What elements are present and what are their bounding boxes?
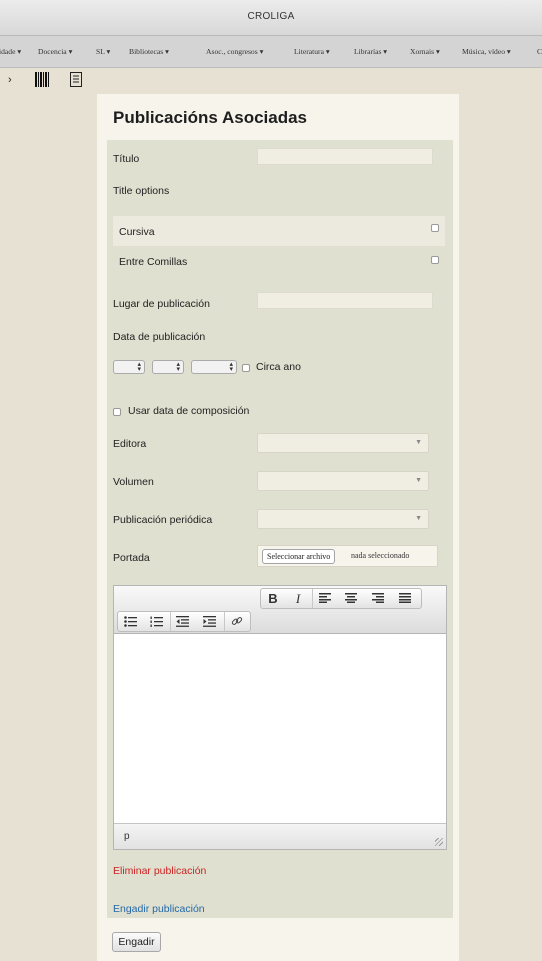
- circa-ano-label: Circa ano: [256, 361, 301, 373]
- indent-icon[interactable]: [197, 612, 221, 631]
- editor-statusbar: p: [114, 823, 446, 849]
- year-select[interactable]: ▴ ▾: [191, 360, 237, 374]
- day-select[interactable]: ▴ ▾: [113, 360, 145, 374]
- outdent-icon[interactable]: [170, 612, 194, 631]
- page-title: Publicacións Asociadas: [113, 108, 307, 127]
- lugar-label: Lugar de publicación: [113, 298, 210, 310]
- portada-file-input: Seleccionar archivo nada seleccionado: [257, 545, 438, 567]
- menu-item-docencia[interactable]: Docencia ▾: [38, 47, 72, 56]
- usar-data-label: Usar data de composición: [128, 405, 250, 417]
- menu-item-sl[interactable]: SL ▾: [96, 47, 110, 56]
- data-publicacion-label: Data de publicación: [113, 331, 206, 343]
- entre-comillas-checkbox[interactable]: [431, 256, 439, 264]
- chevron-down-icon: ▼: [415, 439, 422, 446]
- publication-fieldset: Título Title options Cursiva Entre Comil…: [107, 140, 453, 918]
- list-button-group: [117, 611, 251, 632]
- align-center-icon[interactable]: [339, 589, 363, 608]
- lugar-input[interactable]: [257, 292, 433, 309]
- remove-publication-link[interactable]: Eliminar publicación: [113, 865, 206, 877]
- chevron-down-icon: ▼: [415, 515, 422, 522]
- align-right-icon[interactable]: [366, 589, 390, 608]
- volumen-select[interactable]: ▼: [257, 471, 429, 491]
- menu-item-musica-video[interactable]: Música, vídeo ▾: [462, 47, 511, 56]
- editora-label: Editora: [113, 438, 147, 450]
- bullet-list-icon[interactable]: [118, 612, 142, 631]
- editor-toolbar: B I: [114, 586, 446, 634]
- document-icon[interactable]: [70, 72, 82, 87]
- menu-item-xornais[interactable]: Xornais ▾: [410, 47, 440, 56]
- italic-button[interactable]: I: [286, 589, 310, 608]
- publicacion-periodica-select[interactable]: ▼: [257, 509, 429, 529]
- volumen-label: Volumen: [113, 476, 154, 488]
- toolbar: ›: [0, 68, 542, 94]
- select-file-button[interactable]: Seleccionar archivo: [262, 549, 336, 564]
- title-options-label: Title options: [113, 185, 170, 197]
- menu-item-asoc-congresos[interactable]: Asoc., congresos ▾: [206, 47, 263, 56]
- align-justify-icon[interactable]: [393, 589, 417, 608]
- cursiva-row: Cursiva: [113, 216, 445, 246]
- rich-text-editor: B I p: [113, 585, 447, 850]
- align-left-icon[interactable]: [312, 589, 336, 608]
- chevron-down-icon: ▼: [415, 477, 422, 484]
- file-status: nada seleccionado: [351, 551, 410, 560]
- menu-item-c[interactable]: C: [537, 47, 542, 56]
- portada-label: Portada: [113, 552, 150, 564]
- menu-item-librarias[interactable]: Librarías ▾: [354, 47, 387, 56]
- numbered-list-icon[interactable]: [144, 612, 168, 631]
- entre-comillas-label: Entre Comillas: [119, 256, 188, 268]
- barcode-icon[interactable]: [35, 72, 49, 87]
- cursiva-label: Cursiva: [119, 226, 155, 238]
- menu-item-bibliotecas[interactable]: Bibliotecas ▾: [129, 47, 169, 56]
- month-select[interactable]: ▴ ▾: [152, 360, 184, 374]
- titulo-label: Título: [113, 153, 140, 165]
- format-button-group: B I: [260, 588, 422, 609]
- add-button[interactable]: Engadir: [112, 932, 161, 952]
- cursiva-checkbox[interactable]: [431, 224, 439, 232]
- editor-element-path[interactable]: p: [124, 831, 130, 842]
- bold-button[interactable]: B: [261, 589, 285, 608]
- form-panel: Publicacións Asociadas Título Title opti…: [97, 94, 459, 961]
- editora-select[interactable]: ▼: [257, 433, 429, 453]
- menu-item-literatura[interactable]: Literatura ▾: [294, 47, 330, 56]
- editor-content-area[interactable]: [114, 634, 446, 823]
- add-publication-link[interactable]: Engadir publicación: [113, 903, 205, 915]
- resize-grip-icon[interactable]: [435, 838, 443, 846]
- usar-data-checkbox[interactable]: [113, 408, 121, 416]
- titulo-input[interactable]: [257, 148, 433, 165]
- arrow-icon[interactable]: ›: [8, 74, 12, 86]
- publicacion-periodica-label: Publicación periódica: [113, 514, 213, 526]
- window-title: CROLIGA: [247, 11, 295, 22]
- link-icon[interactable]: [224, 612, 248, 631]
- menu-bar: idade ▾ Docencia ▾ SL ▾ Bibliotecas ▾ As…: [0, 36, 542, 68]
- menu-item-idade[interactable]: idade ▾: [0, 47, 21, 56]
- window-titlebar: CROLIGA: [0, 0, 542, 36]
- circa-ano-checkbox[interactable]: [242, 364, 250, 372]
